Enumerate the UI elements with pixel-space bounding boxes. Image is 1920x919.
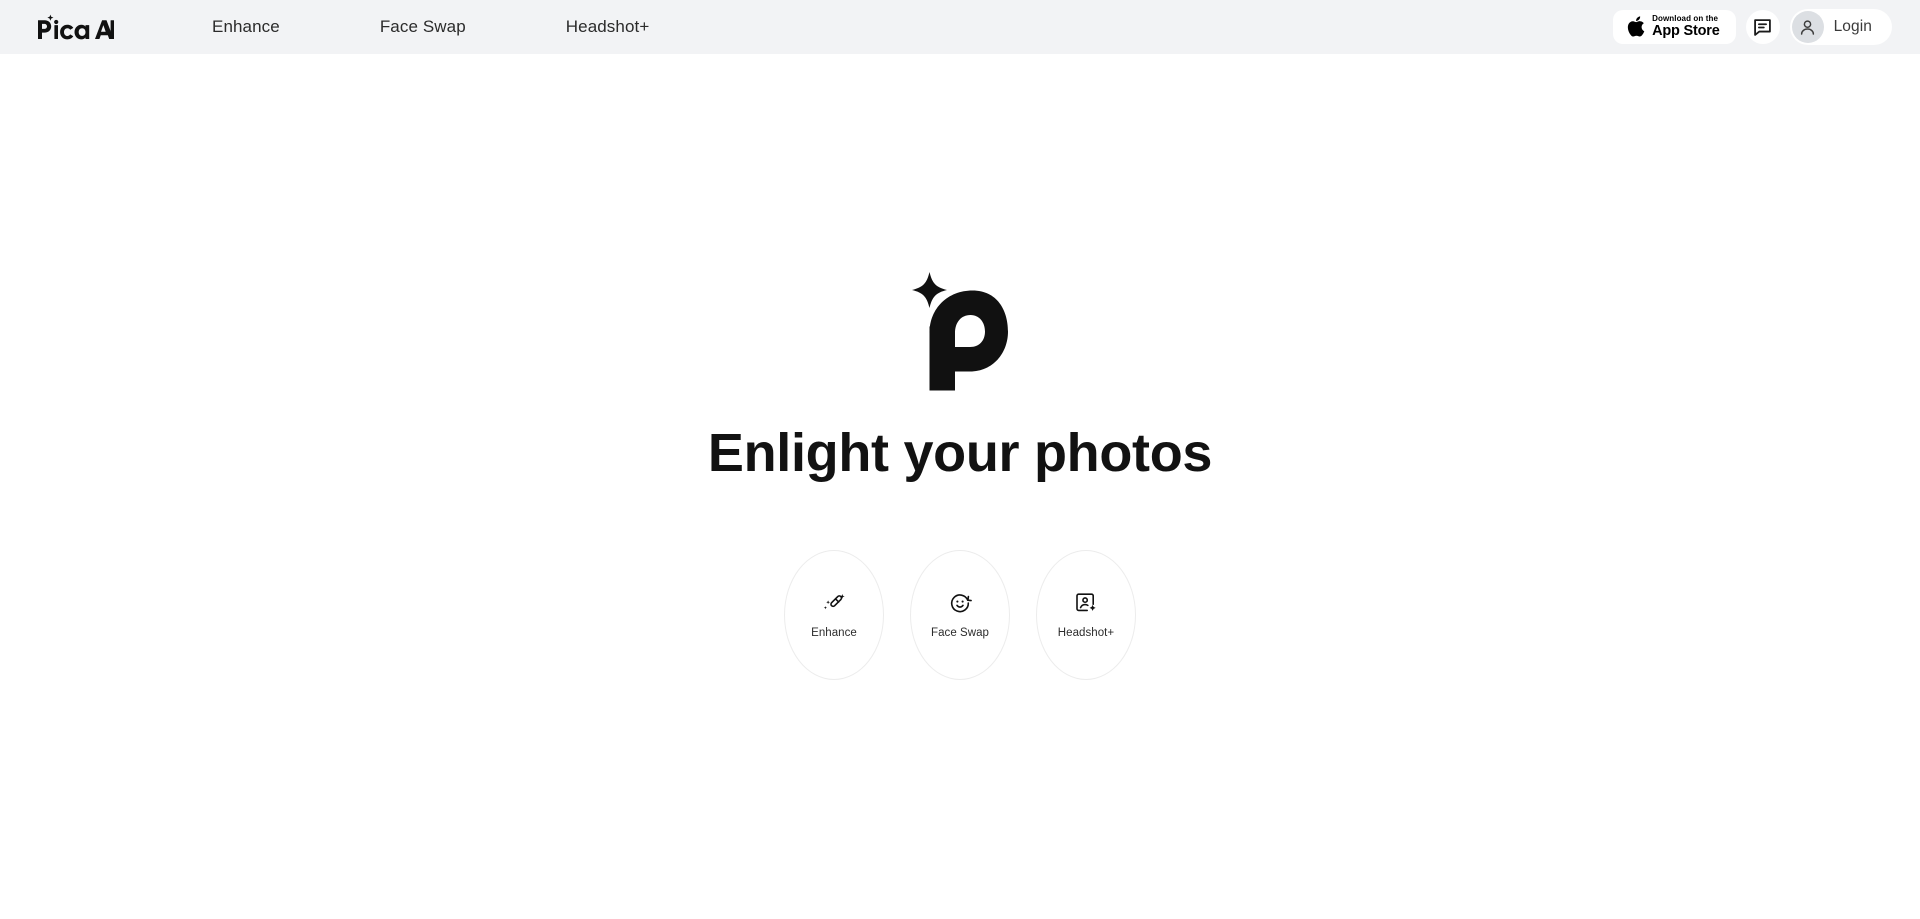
feature-button-enhance[interactable]: Enhance — [784, 550, 884, 680]
portrait-card-sparkle-icon — [1076, 593, 1096, 612]
feature-button-face-swap[interactable]: Face Swap — [910, 550, 1010, 680]
app-store-small-label: Download on the — [1652, 13, 1719, 23]
feature-button-headshot-plus[interactable]: Headshot+ — [1036, 550, 1136, 680]
primary-nav: Enhance Face Swap Headshot+ — [202, 0, 659, 54]
login-button[interactable]: Login — [1789, 9, 1892, 45]
app-store-download-button[interactable]: Download on the App Store — [1613, 10, 1736, 44]
login-label: Login — [1833, 18, 1872, 35]
feature-label-headshot-plus: Headshot+ — [1057, 627, 1115, 639]
feature-label-face-swap: Face Swap — [931, 627, 989, 639]
site-header: Enhance Face Swap Headshot+ Download on … — [0, 0, 1920, 54]
pica-p-sparkle-logo-icon — [912, 272, 1008, 391]
magic-wand-sparkles-icon — [823, 594, 845, 610]
chat-bubble-icon — [1754, 18, 1771, 36]
feature-label-enhance: Enhance — [811, 627, 857, 639]
nav-item-headshot-plus[interactable]: Headshot+ — [556, 0, 660, 54]
app-store-big-label: App Store — [1652, 22, 1720, 39]
page-title: Enlight your photos — [707, 423, 1213, 483]
hero-section: Enlight your photos Enhance Face Swap He… — [0, 54, 1920, 919]
smiley-face-refresh-icon — [950, 594, 972, 613]
chat-support-button[interactable] — [1745, 10, 1780, 44]
nav-item-enhance[interactable]: Enhance — [202, 0, 290, 54]
pica-ai-wordmark-icon — [38, 14, 114, 40]
brand-logo-link[interactable] — [36, 0, 114, 54]
feature-shortcut-row: Enhance Face Swap Headshot+ — [784, 550, 1136, 680]
header-actions: Download on the App Store Login — [1613, 9, 1892, 45]
apple-icon — [1627, 16, 1645, 37]
user-avatar-icon — [1791, 11, 1824, 43]
nav-item-face-swap[interactable]: Face Swap — [370, 0, 476, 54]
